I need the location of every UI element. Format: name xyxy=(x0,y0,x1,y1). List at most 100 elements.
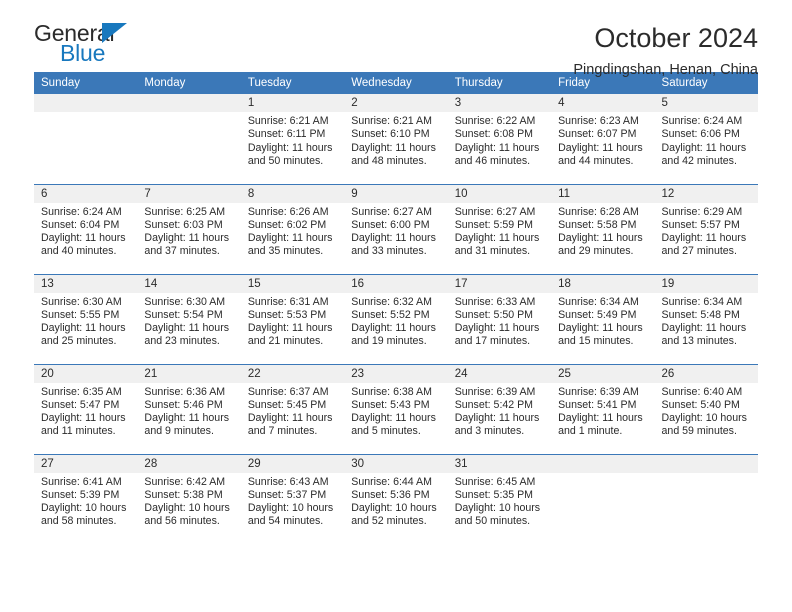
day-number: 9 xyxy=(344,184,448,203)
calendar-day-cell[interactable]: 12 Sunrise: 6:29 AM Sunset: 5:57 PM Dayligh… xyxy=(654,183,758,274)
day-sun-info: Sunrise: 6:43 AM Sunset: 5:37 PM Daylight:… xyxy=(241,473,344,529)
day-cell-inner: 9 Sunrise: 6:27 AM Sunset: 6:00 PM Daylight… xyxy=(344,184,448,274)
daylight-duration: Daylight: 11 hours and 29 minutes. xyxy=(558,232,643,258)
weekday-header-thursday: Thursday xyxy=(447,72,552,94)
calendar-empty-cell xyxy=(551,453,655,544)
day-number: 25 xyxy=(551,364,655,383)
sunset-time: Sunset: 5:47 PM xyxy=(41,398,120,411)
sunset-time: Sunset: 5:55 PM xyxy=(41,308,120,321)
day-number: 5 xyxy=(654,94,758,112)
sunrise-time: Sunrise: 6:24 AM xyxy=(661,115,743,127)
sunrise-time: Sunrise: 6:25 AM xyxy=(144,205,226,218)
sunset-time: Sunset: 6:11 PM xyxy=(247,128,326,141)
sunrise-time: Sunrise: 6:39 AM xyxy=(454,385,536,398)
day-sun-info: Sunrise: 6:36 AM Sunset: 5:46 PM Daylight:… xyxy=(137,383,240,439)
daylight-duration: Daylight: 11 hours and 44 minutes. xyxy=(558,141,643,167)
calendar-day-cell[interactable]: 14 Sunrise: 6:30 AM Sunset: 5:54 PM Dayligh… xyxy=(137,273,241,364)
calendar-week-row: 1 Sunrise: 6:21 AM Sunset: 6:11 PM Daylight… xyxy=(34,94,758,184)
sunset-time: Sunset: 5:53 PM xyxy=(247,308,327,321)
sunrise-time: Sunrise: 6:31 AM xyxy=(247,295,329,308)
daylight-duration: Daylight: 11 hours and 15 minutes. xyxy=(558,322,643,348)
weekday-header-monday: Monday xyxy=(137,72,241,94)
day-cell-inner: 31 Sunrise: 6:45 AM Sunset: 5:35 PM Dayligh… xyxy=(447,454,552,544)
calendar-day-cell[interactable]: 13 Sunrise: 6:30 AM Sunset: 5:55 PM Dayligh… xyxy=(34,273,138,364)
day-cell-inner: 23 Sunrise: 6:38 AM Sunset: 5:43 PM Dayligh… xyxy=(344,364,448,454)
day-sun-info: Sunrise: 6:21 AM Sunset: 6:10 PM Daylight:… xyxy=(344,112,447,168)
calendar-day-cell[interactable]: 31 Sunrise: 6:45 AM Sunset: 5:35 PM Dayligh… xyxy=(447,453,552,544)
calendar-day-cell[interactable]: 19 Sunrise: 6:34 AM Sunset: 5:48 PM Dayligh… xyxy=(654,273,758,364)
calendar-day-cell[interactable]: 7 Sunrise: 6:25 AM Sunset: 6:03 PM Daylight… xyxy=(137,183,241,274)
calendar-day-cell[interactable]: 4 Sunrise: 6:23 AM Sunset: 6:07 PM Daylight… xyxy=(551,94,655,184)
general-blue-logo[interactable]: General Blue xyxy=(34,22,146,68)
day-sun-info: Sunrise: 6:33 AM Sunset: 5:50 PM Daylight:… xyxy=(448,293,551,349)
calendar-day-cell[interactable]: 11 Sunrise: 6:28 AM Sunset: 5:58 PM Dayligh… xyxy=(551,183,655,274)
day-cell-inner: 18 Sunrise: 6:34 AM Sunset: 5:49 PM Dayligh… xyxy=(551,274,655,364)
day-number: 6 xyxy=(34,184,138,203)
sunset-time: Sunset: 6:03 PM xyxy=(144,218,223,231)
calendar-day-cell[interactable]: 22 Sunrise: 6:37 AM Sunset: 5:45 PM Dayligh… xyxy=(240,363,345,454)
day-number xyxy=(654,454,758,473)
calendar-day-cell[interactable]: 23 Sunrise: 6:38 AM Sunset: 5:43 PM Dayligh… xyxy=(344,363,448,454)
calendar-day-cell[interactable]: 20 Sunrise: 6:35 AM Sunset: 5:47 PM Dayligh… xyxy=(34,363,138,454)
day-number: 11 xyxy=(551,184,655,203)
calendar-body: 1 Sunrise: 6:21 AM Sunset: 6:11 PM Daylight… xyxy=(34,94,758,544)
daylight-duration: Daylight: 10 hours and 56 minutes. xyxy=(144,502,230,528)
day-number: 10 xyxy=(447,184,552,203)
calendar-day-cell[interactable]: 27 Sunrise: 6:41 AM Sunset: 5:39 PM Dayligh… xyxy=(34,453,138,544)
calendar-empty-cell xyxy=(137,94,241,184)
calendar-day-cell[interactable]: 8 Sunrise: 6:26 AM Sunset: 6:02 PM Daylight… xyxy=(240,183,345,274)
day-sun-info: Sunrise: 6:39 AM Sunset: 5:42 PM Daylight:… xyxy=(448,383,551,439)
calendar-day-cell[interactable]: 10 Sunrise: 6:27 AM Sunset: 5:59 PM Dayligh… xyxy=(447,183,552,274)
calendar-day-cell[interactable]: 24 Sunrise: 6:39 AM Sunset: 5:42 PM Dayligh… xyxy=(447,363,552,454)
calendar-day-cell[interactable]: 3 Sunrise: 6:22 AM Sunset: 6:08 PM Daylight… xyxy=(447,94,552,184)
sunrise-time: Sunrise: 6:26 AM xyxy=(247,205,329,218)
calendar-day-cell[interactable]: 16 Sunrise: 6:32 AM Sunset: 5:52 PM Dayligh… xyxy=(344,273,448,364)
calendar-day-cell[interactable]: 26 Sunrise: 6:40 AM Sunset: 5:40 PM Dayligh… xyxy=(654,363,758,454)
calendar-day-cell[interactable]: 18 Sunrise: 6:34 AM Sunset: 5:49 PM Dayligh… xyxy=(551,273,655,364)
sunrise-time: Sunrise: 6:34 AM xyxy=(661,295,743,308)
day-sun-info: Sunrise: 6:25 AM Sunset: 6:03 PM Daylight:… xyxy=(137,203,240,259)
day-cell-inner: 22 Sunrise: 6:37 AM Sunset: 5:45 PM Dayligh… xyxy=(240,364,345,454)
day-sun-info: Sunrise: 6:30 AM Sunset: 5:54 PM Daylight:… xyxy=(137,293,240,349)
calendar-day-cell[interactable]: 21 Sunrise: 6:36 AM Sunset: 5:46 PM Dayligh… xyxy=(137,363,241,454)
day-sun-info: Sunrise: 6:44 AM Sunset: 5:36 PM Daylight:… xyxy=(344,473,447,529)
day-number: 20 xyxy=(34,364,138,383)
sunrise-time: Sunrise: 6:45 AM xyxy=(454,475,536,488)
calendar-day-cell[interactable]: 9 Sunrise: 6:27 AM Sunset: 6:00 PM Daylight… xyxy=(344,183,448,274)
daylight-duration: Daylight: 10 hours and 50 minutes. xyxy=(454,502,541,528)
calendar-day-cell[interactable]: 2 Sunrise: 6:21 AM Sunset: 6:10 PM Daylight… xyxy=(344,94,448,184)
daylight-duration: Daylight: 11 hours and 11 minutes. xyxy=(41,412,126,438)
daylight-duration: Daylight: 11 hours and 50 minutes. xyxy=(247,141,333,167)
calendar-day-cell[interactable]: 29 Sunrise: 6:43 AM Sunset: 5:37 PM Dayligh… xyxy=(240,453,345,544)
day-cell-inner: 20 Sunrise: 6:35 AM Sunset: 5:47 PM Dayligh… xyxy=(34,364,138,454)
calendar-day-cell[interactable]: 30 Sunrise: 6:44 AM Sunset: 5:36 PM Dayligh… xyxy=(344,453,448,544)
day-cell-inner: 30 Sunrise: 6:44 AM Sunset: 5:36 PM Dayligh… xyxy=(344,454,448,544)
sunset-time: Sunset: 5:45 PM xyxy=(247,398,327,411)
calendar-day-cell[interactable]: 5 Sunrise: 6:24 AM Sunset: 6:06 PM Daylight… xyxy=(654,94,758,184)
calendar-day-cell[interactable]: 25 Sunrise: 6:39 AM Sunset: 5:41 PM Dayligh… xyxy=(551,363,655,454)
day-number: 24 xyxy=(447,364,552,383)
sunrise-time: Sunrise: 6:37 AM xyxy=(247,385,329,398)
day-sun-info: Sunrise: 6:30 AM Sunset: 5:55 PM Daylight:… xyxy=(34,293,137,349)
day-cell-inner: 26 Sunrise: 6:40 AM Sunset: 5:40 PM Dayligh… xyxy=(654,364,758,454)
daylight-duration: Daylight: 11 hours and 7 minutes. xyxy=(247,412,333,438)
logo-triangle-icon xyxy=(102,23,127,43)
day-number: 16 xyxy=(344,274,448,293)
calendar-day-cell[interactable]: 1 Sunrise: 6:21 AM Sunset: 6:11 PM Daylight… xyxy=(240,94,345,184)
sunrise-time: Sunrise: 6:44 AM xyxy=(351,475,432,488)
calendar-day-cell[interactable]: 6 Sunrise: 6:24 AM Sunset: 6:04 PM Daylight… xyxy=(34,183,138,274)
sunrise-time: Sunrise: 6:21 AM xyxy=(247,115,329,127)
calendar-day-cell[interactable]: 28 Sunrise: 6:42 AM Sunset: 5:38 PM Dayligh… xyxy=(137,453,241,544)
day-number: 14 xyxy=(137,274,241,293)
page-title: October 2024 xyxy=(594,23,758,53)
sunset-time: Sunset: 5:59 PM xyxy=(454,218,534,231)
daylight-duration: Daylight: 11 hours and 48 minutes. xyxy=(351,141,436,167)
sunrise-time: Sunrise: 6:43 AM xyxy=(247,475,329,488)
day-cell-inner xyxy=(551,454,655,544)
sunset-time: Sunset: 5:43 PM xyxy=(351,398,430,411)
calendar-day-cell[interactable]: 17 Sunrise: 6:33 AM Sunset: 5:50 PM Dayligh… xyxy=(447,273,552,364)
day-cell-inner: 8 Sunrise: 6:26 AM Sunset: 6:02 PM Daylight… xyxy=(240,184,345,274)
daylight-duration: Daylight: 11 hours and 1 minute. xyxy=(558,412,643,438)
day-number: 2 xyxy=(344,94,448,112)
calendar-day-cell[interactable]: 15 Sunrise: 6:31 AM Sunset: 5:53 PM Dayligh… xyxy=(240,273,345,364)
